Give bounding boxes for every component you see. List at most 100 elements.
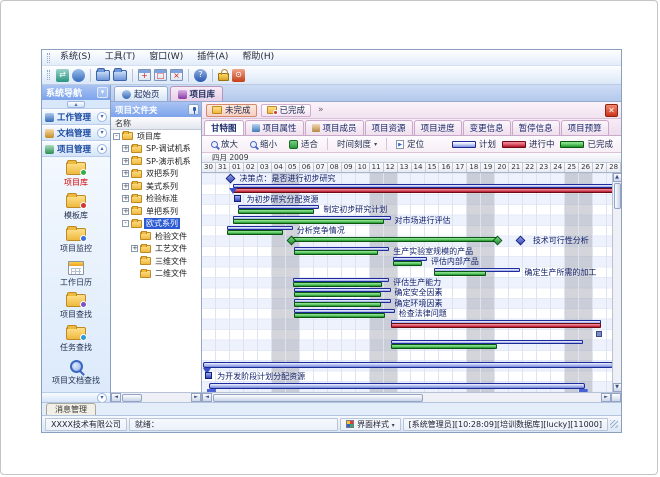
- tree-node-9[interactable]: +工艺文件: [111, 243, 201, 256]
- day-cell-08[interactable]: 08: [328, 163, 342, 172]
- day-cell-05[interactable]: 05: [286, 163, 300, 172]
- time-scale-button[interactable]: 时间刻度▾: [332, 138, 382, 151]
- tree-node-5[interactable]: +检验标准: [111, 193, 201, 206]
- doc-tab-start-page[interactable]: 起始页: [114, 86, 168, 101]
- tree-node-3[interactable]: +双把系列: [111, 168, 201, 181]
- menu-item-2[interactable]: 窗口(W): [142, 50, 190, 65]
- task-start-marker[interactable]: [234, 195, 241, 202]
- day-cell-06[interactable]: 06: [300, 163, 314, 172]
- filter-unfinished-button[interactable]: 未完成: [206, 104, 257, 117]
- sidebar-bottom-panel-toggle[interactable]: ▾: [97, 393, 107, 403]
- tree-expander-icon[interactable]: +: [122, 183, 129, 190]
- task-progress-bar[interactable]: [391, 344, 497, 349]
- day-cell-09[interactable]: 09: [342, 163, 356, 172]
- zoom-out-button[interactable]: 缩小: [245, 138, 282, 151]
- day-cell-03[interactable]: 03: [258, 163, 272, 172]
- gantt-tab-4[interactable]: 项目进度: [414, 120, 462, 135]
- task-progress-bar[interactable]: [293, 282, 383, 287]
- menu-item-0[interactable]: 系统(S): [53, 50, 98, 65]
- folder-switch-icon[interactable]: [113, 70, 127, 81]
- day-cell-13[interactable]: 13: [398, 163, 412, 172]
- zoom-in-button[interactable]: 放大: [206, 138, 243, 151]
- sidebar-item-1[interactable]: 模板库: [42, 193, 110, 226]
- day-cell-30[interactable]: 30: [202, 163, 216, 172]
- task-progress-bar[interactable]: [294, 250, 378, 255]
- task-progress-bar[interactable]: [238, 209, 313, 214]
- tree-node-10[interactable]: +三维文件: [111, 255, 201, 268]
- summary-active-bar[interactable]: [391, 323, 602, 328]
- tree-node-6[interactable]: +单把系列: [111, 205, 201, 218]
- gantt-scroll-up-icon[interactable]: ▲: [613, 173, 622, 182]
- tab-message-management[interactable]: 消息管理: [46, 403, 96, 415]
- day-cell-31[interactable]: 31: [216, 163, 230, 172]
- day-cell-16[interactable]: 16: [439, 163, 453, 172]
- sidebar-collapse-button[interactable]: ▴: [67, 101, 85, 108]
- sidebar-menu-button[interactable]: ▾: [97, 87, 108, 98]
- exit-icon[interactable]: ⊙: [232, 69, 245, 82]
- day-cell-11[interactable]: 11: [370, 163, 384, 172]
- toolbar-grip[interactable]: [47, 70, 50, 80]
- folder-open-icon[interactable]: [96, 70, 110, 81]
- pin-icon[interactable]: [188, 104, 199, 115]
- sidebar-panel-1[interactable]: 文档管理▾: [42, 125, 110, 141]
- sidebar-item-0[interactable]: 项目库: [42, 160, 110, 193]
- close-icon[interactable]: ✕: [605, 104, 618, 117]
- sidebar-bottom-panel[interactable]: ▾: [42, 392, 110, 402]
- sync-icon[interactable]: ⇄: [56, 69, 69, 82]
- sidebar-panel-2[interactable]: 项目管理▴: [42, 141, 110, 157]
- tree-node-0[interactable]: -项目库: [111, 130, 201, 143]
- day-cell-02[interactable]: 02: [244, 163, 258, 172]
- locate-button[interactable]: 定位: [391, 138, 429, 151]
- menu-item-3[interactable]: 插件(A): [190, 50, 235, 65]
- filter-overflow-icon[interactable]: »: [315, 105, 327, 115]
- day-cell-25[interactable]: 25: [565, 163, 579, 172]
- task-progress-bar[interactable]: [294, 292, 381, 297]
- sidebar-panel-toggle-icon[interactable]: ▾: [97, 128, 107, 138]
- day-cell-27[interactable]: 27: [593, 163, 607, 172]
- sidebar-item-5[interactable]: 任务查找: [42, 325, 110, 358]
- day-cell-20[interactable]: 20: [495, 163, 509, 172]
- day-cell-18[interactable]: 18: [467, 163, 481, 172]
- gantt-tab-1[interactable]: 项目属性: [245, 120, 304, 135]
- day-cell-26[interactable]: 26: [579, 163, 593, 172]
- task-progress-bar[interactable]: [227, 230, 283, 235]
- plan-bar[interactable]: [203, 362, 612, 368]
- task-start-marker[interactable]: [205, 372, 212, 379]
- summary-active-bar[interactable]: [233, 188, 617, 193]
- task-progress-bar[interactable]: [233, 219, 385, 224]
- menu-grip[interactable]: [47, 53, 50, 63]
- gantt-scroll-down-icon[interactable]: ▼: [613, 383, 622, 392]
- day-cell-01[interactable]: 01: [230, 163, 244, 172]
- gantt-tab-5[interactable]: 变更信息: [463, 120, 511, 135]
- sidebar-item-4[interactable]: 项目查找: [42, 292, 110, 325]
- gantt-hscroll-thumb[interactable]: [213, 394, 423, 402]
- gantt-tab-2[interactable]: 项目成员: [305, 120, 364, 135]
- plan-bar[interactable]: [209, 383, 585, 389]
- tree-expander-icon[interactable]: -: [113, 133, 120, 140]
- fit-button[interactable]: 适合: [284, 138, 323, 151]
- day-cell-10[interactable]: 10: [356, 163, 370, 172]
- day-cell-28[interactable]: 28: [607, 163, 621, 172]
- tree-expander-icon[interactable]: -: [122, 220, 129, 227]
- style-selector[interactable]: 界面样式 ▾: [340, 418, 401, 431]
- tree-expander-icon[interactable]: +: [122, 145, 129, 152]
- filter-finished-button[interactable]: 已完成: [261, 104, 312, 117]
- task-progress-bar[interactable]: [294, 302, 381, 307]
- tree-expander-icon[interactable]: +: [122, 158, 129, 165]
- day-cell-15[interactable]: 15: [426, 163, 440, 172]
- window-cascade-icon[interactable]: □: [154, 69, 167, 81]
- day-cell-24[interactable]: 24: [551, 163, 565, 172]
- day-cell-22[interactable]: 22: [523, 163, 537, 172]
- sidebar-item-3[interactable]: 工作日历: [42, 259, 110, 292]
- sidebar-item-2[interactable]: 项目监控: [42, 226, 110, 259]
- tree-scroll-thumb[interactable]: [122, 394, 142, 402]
- sidebar-panel-0[interactable]: 工作管理▾: [42, 109, 110, 125]
- task-progress-bar[interactable]: [294, 313, 385, 318]
- doc-tab-project-library[interactable]: 项目库: [170, 86, 224, 101]
- gantt-tab-6[interactable]: 暂停信息: [512, 120, 560, 135]
- gantt-scroll-corner[interactable]: [611, 393, 621, 402]
- tree-scroll-left-icon[interactable]: ◄: [111, 393, 121, 402]
- gantt-tab-7[interactable]: 项目预算: [561, 120, 609, 135]
- help-icon[interactable]: ?: [194, 69, 207, 82]
- tree-expander-icon[interactable]: +: [122, 208, 129, 215]
